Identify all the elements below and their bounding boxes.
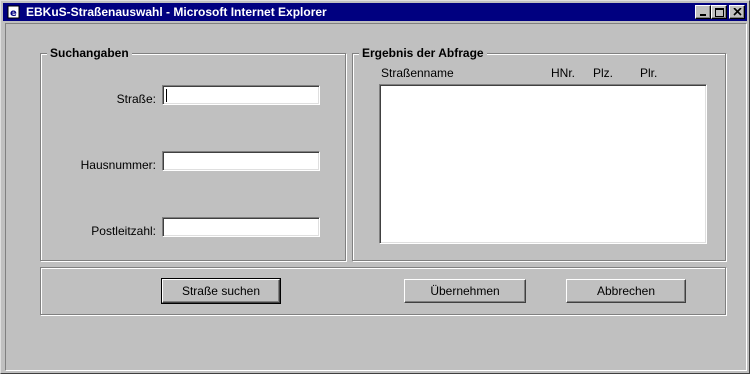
housenumber-input[interactable] (162, 151, 320, 171)
results-groupbox: Ergebnis der Abfrage Straßenname HNr. Pl… (352, 46, 726, 261)
housenumber-label: Hausnummer: (80, 158, 156, 172)
window-title: EBKuS-Straßenauswahl - Microsoft Interne… (26, 5, 327, 19)
column-header-street: Straßenname (381, 66, 454, 80)
postcode-input[interactable] (162, 217, 320, 237)
ie-page-icon: e (6, 4, 22, 20)
maximize-button[interactable] (711, 5, 727, 19)
results-legend: Ergebnis der Abfrage (359, 46, 487, 60)
column-header-district: Plr. (640, 66, 658, 80)
street-input[interactable] (162, 85, 320, 105)
search-groupbox: Suchangaben Straße: Hausnummer: Postleit… (40, 46, 346, 261)
title-bar[interactable]: e EBKuS-Straßenauswahl - Microsoft Inter… (3, 3, 747, 21)
column-header-postcode: Plz. (593, 66, 614, 80)
column-header-housenumber: HNr. (551, 66, 575, 80)
search-street-button[interactable]: Straße suchen (161, 278, 281, 304)
window-controls (695, 5, 745, 19)
postcode-label: Postleitzahl: (91, 224, 156, 238)
accept-button[interactable]: Übernehmen (404, 279, 526, 303)
cancel-button[interactable]: Abbrechen (566, 279, 686, 303)
text-cursor (166, 89, 167, 102)
page-content: Suchangaben Straße: Hausnummer: Postleit… (5, 23, 747, 371)
close-button[interactable] (729, 5, 745, 19)
svg-text:e: e (10, 8, 17, 19)
street-label: Straße: (116, 92, 156, 106)
search-legend: Suchangaben (47, 46, 132, 60)
button-bar: Straße suchen Übernehmen Abbrechen (40, 267, 726, 315)
minimize-button[interactable] (695, 5, 711, 19)
results-listbox[interactable] (379, 84, 707, 244)
browser-window: e EBKuS-Straßenauswahl - Microsoft Inter… (0, 0, 750, 374)
